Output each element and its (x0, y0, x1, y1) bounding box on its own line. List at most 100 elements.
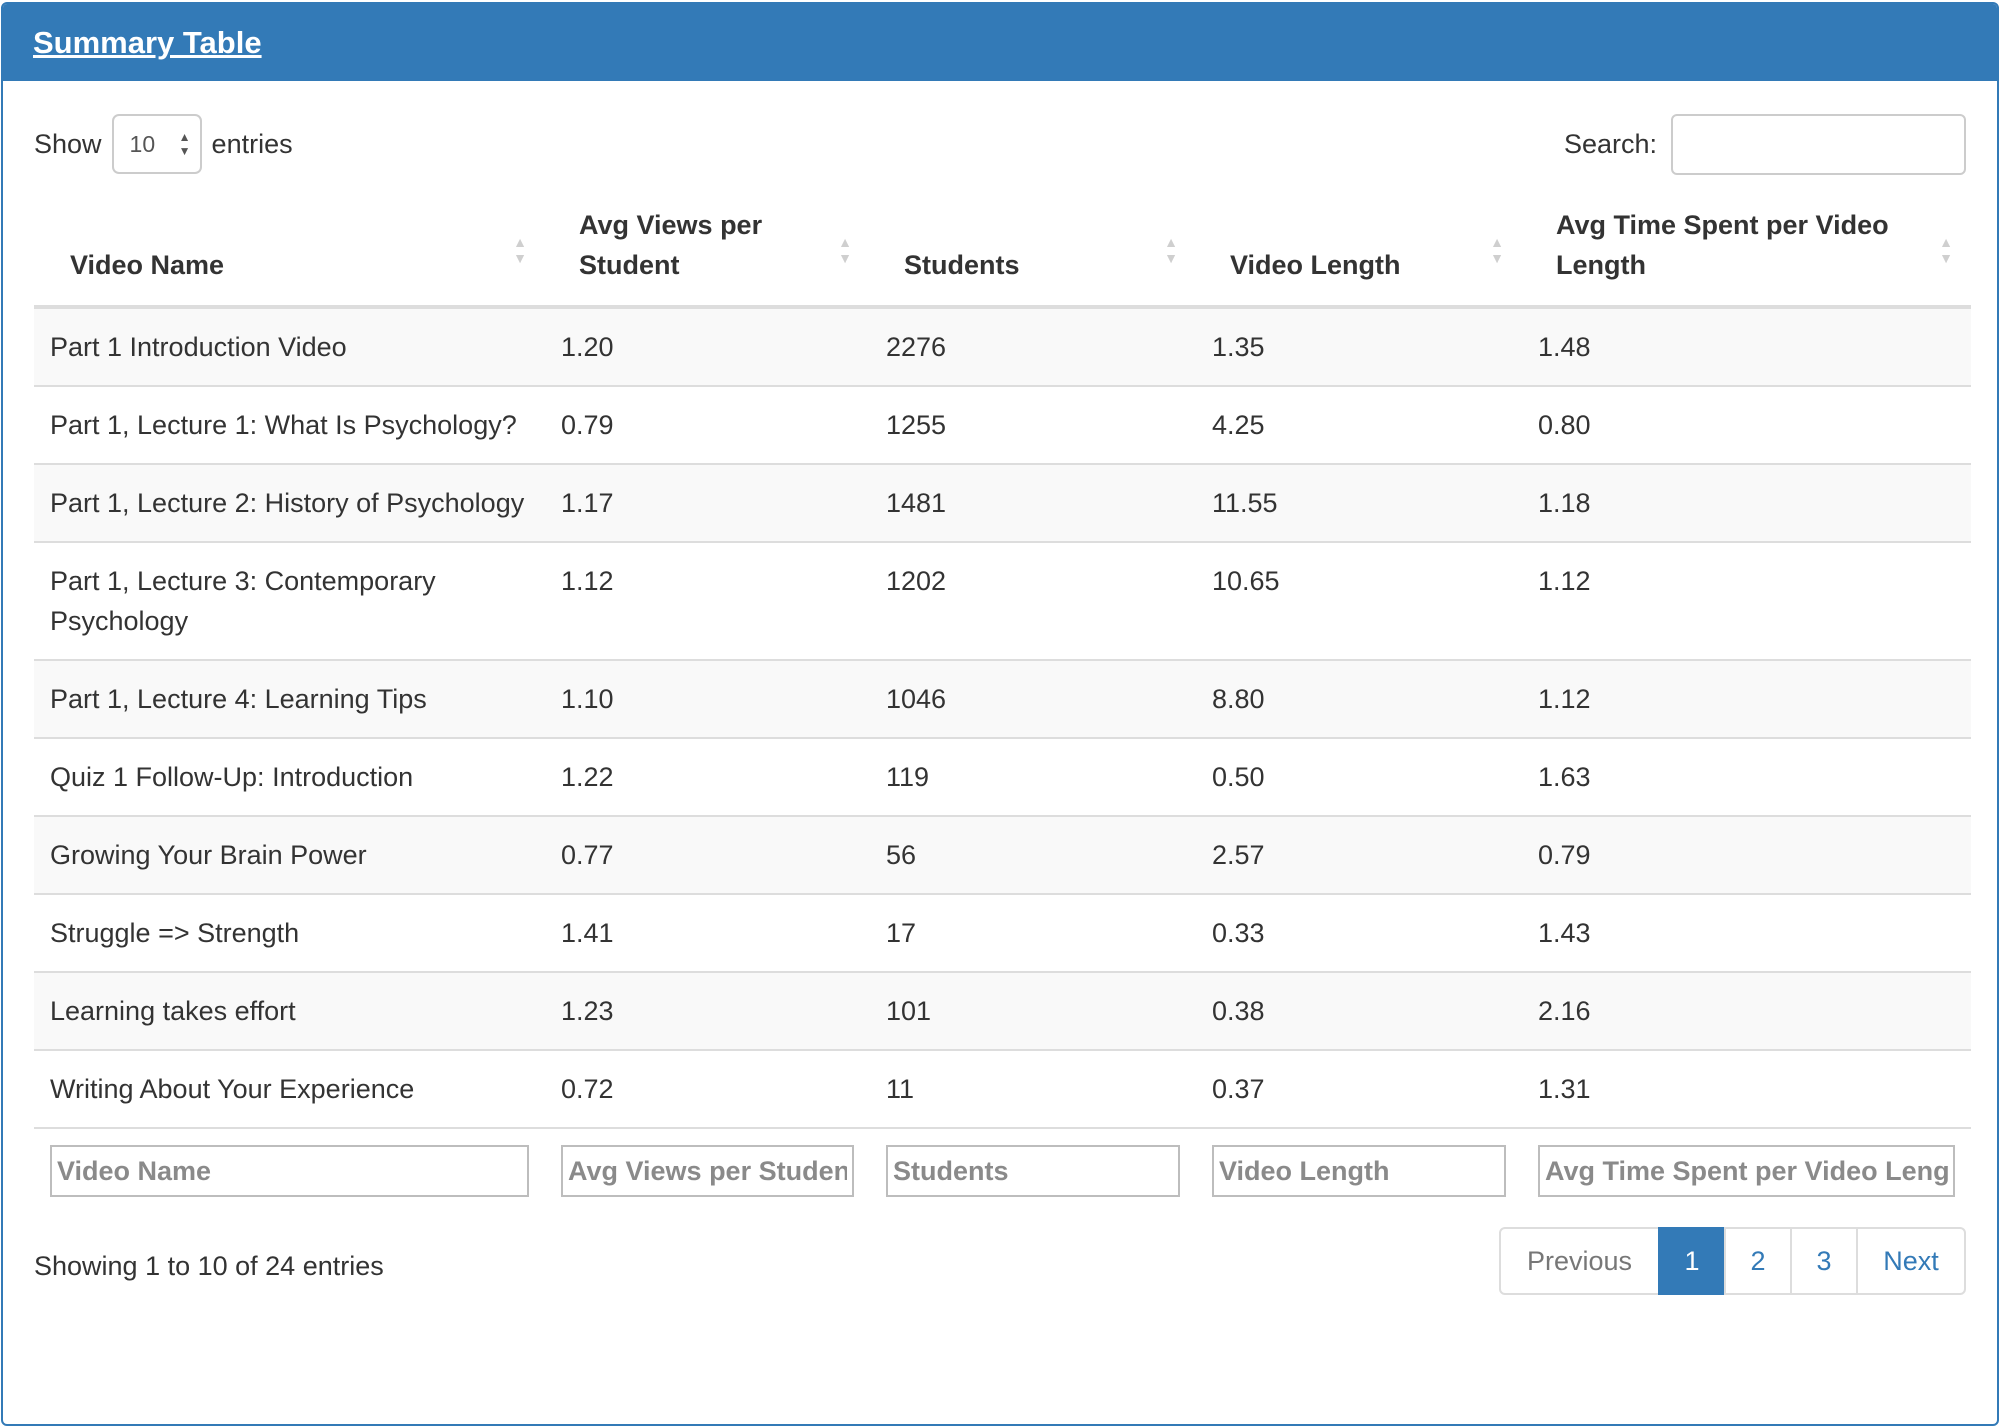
table-cell: 4.25 (1196, 385, 1522, 464)
table-row: Learning takes effort 1.23 101 0.38 2.16 (34, 971, 1971, 1050)
table-cell: 1.10 (545, 659, 870, 738)
search-input[interactable] (1671, 114, 1966, 175)
table-cell: 1.48 (1522, 306, 1971, 386)
table-cell: 1.20 (545, 306, 870, 386)
table-row: Growing Your Brain Power 0.77 56 2.57 0.79 (34, 815, 1971, 894)
table-cell: 1.12 (1522, 541, 1971, 660)
sort-icon[interactable]: ▲ ▼ (1164, 234, 1178, 266)
filter-cell (1522, 1127, 1971, 1217)
table-cell: 56 (870, 815, 1196, 894)
table-row: Part 1, Lecture 3: Contemporary Psycholo… (34, 541, 1971, 660)
column-header[interactable]: Students ▲ ▼ (870, 203, 1196, 309)
table-row: Part 1, Lecture 4: Learning Tips 1.10 1046… (34, 659, 1971, 738)
search-control: Search: (1564, 114, 1966, 175)
column-header-label: Video Name (70, 250, 225, 280)
table-cell: 101 (870, 971, 1196, 1050)
page-2-button[interactable]: 2 (1724, 1227, 1792, 1295)
panel-body: Show 10 ▲ ▼ entries Search: Video Name ▲ ▼ A… (3, 81, 1997, 1337)
column-filter-input[interactable] (561, 1145, 854, 1197)
column-header[interactable]: Avg Time Spent per Video Length ▲ ▼ (1522, 203, 1971, 309)
column-header-label: Students (904, 250, 1020, 280)
sort-icon[interactable]: ▲ ▼ (1939, 234, 1953, 266)
select-arrows-icon: ▲ ▼ (178, 130, 191, 158)
table-cell: Part 1, Lecture 4: Learning Tips (34, 659, 545, 738)
entries-label: entries (211, 128, 293, 159)
table-cell: 0.50 (1196, 737, 1522, 816)
panel-heading: Summary Table (3, 4, 1997, 81)
search-label: Search: (1563, 129, 1657, 159)
column-filter-input[interactable] (50, 1145, 529, 1197)
table-row: Quiz 1 Follow-Up: Introduction 1.22 119 0.5… (34, 737, 1971, 816)
table-cell: 0.77 (545, 815, 870, 894)
table-cell: Growing Your Brain Power (34, 815, 545, 894)
table-cell: 1.17 (545, 463, 870, 542)
table-cell: 1202 (870, 541, 1196, 660)
table-header-row: Video Name ▲ ▼ Avg Views per Student ▲ ▼ Stude… (34, 203, 1971, 309)
table-cell: 1.23 (545, 971, 870, 1050)
table-cell: 17 (870, 893, 1196, 972)
table-cell: 1.12 (1522, 659, 1971, 738)
table-cell: 1255 (870, 385, 1196, 464)
table-cell: 11 (870, 1049, 1196, 1128)
table-row: Part 1 Introduction Video 1.20 2276 1.35 1.4… (34, 306, 1971, 386)
filter-cell (1196, 1127, 1522, 1217)
table-row: Writing About Your Experience 0.72 11 0.37 1… (34, 1049, 1971, 1128)
filter-cell (34, 1127, 545, 1217)
table-cell: 11.55 (1196, 463, 1522, 542)
table-controls: Show 10 ▲ ▼ entries Search: (34, 81, 1966, 203)
table-cell: 8.80 (1196, 659, 1522, 738)
table-row: Part 1, Lecture 2: History of Psychology… (34, 463, 1971, 542)
table-cell: 2.16 (1522, 971, 1971, 1050)
next-page-button[interactable]: Next (1856, 1227, 1966, 1295)
table-cell: 2.57 (1196, 815, 1522, 894)
column-header[interactable]: Video Name ▲ ▼ (34, 203, 545, 309)
table-cell: 1.41 (545, 893, 870, 972)
table-cell: 0.79 (1522, 815, 1971, 894)
table-cell: 1.18 (1522, 463, 1971, 542)
show-label: Show (34, 128, 102, 159)
summary-panel: Summary Table Show 10 ▲ ▼ entries Search: (1, 2, 1999, 1426)
column-header[interactable]: Avg Views per Student ▲ ▼ (545, 203, 870, 309)
page-3-button[interactable]: 3 (1790, 1227, 1858, 1295)
sort-icon[interactable]: ▲ ▼ (1490, 234, 1504, 266)
table-cell: Learning takes effort (34, 971, 545, 1050)
column-filter-input[interactable] (1538, 1145, 1955, 1197)
page-1-button[interactable]: 1 (1658, 1227, 1726, 1295)
table-cell: Part 1, Lecture 1: What Is Psychology? (34, 385, 545, 464)
column-header[interactable]: Video Length ▲ ▼ (1196, 203, 1522, 309)
table-cell: 1481 (870, 463, 1196, 542)
filter-cell (545, 1127, 870, 1217)
column-filter-input[interactable] (886, 1145, 1180, 1197)
table-cell: 10.65 (1196, 541, 1522, 660)
table-info: Showing 1 to 10 of 24 entries (34, 1251, 384, 1281)
table-cell: 2276 (870, 306, 1196, 386)
entries-per-page-value: 10 (129, 130, 156, 157)
column-header-label: Avg Time Spent per Video Length (1556, 210, 1889, 280)
panel-title-link[interactable]: Summary Table (33, 25, 262, 61)
filter-cell (870, 1127, 1196, 1217)
sort-icon[interactable]: ▲ ▼ (513, 234, 527, 266)
column-header-label: Video Length (1230, 250, 1401, 280)
table-cell: 0.33 (1196, 893, 1522, 972)
entries-per-page-select[interactable]: 10 ▲ ▼ (111, 114, 202, 174)
sort-icon[interactable]: ▲ ▼ (838, 234, 852, 266)
table-row: Part 1, Lecture 1: What Is Psychology? 0.… (34, 385, 1971, 464)
table-cell: Part 1, Lecture 2: History of Psychology (34, 463, 545, 542)
table-cell: 1.43 (1522, 893, 1971, 972)
table-cell: Part 1 Introduction Video (34, 306, 545, 386)
column-header-label: Avg Views per Student (579, 210, 763, 280)
table-footer: Showing 1 to 10 of 24 entries Previous 1 2… (34, 1217, 1966, 1337)
table-cell: 0.37 (1196, 1049, 1522, 1128)
table-cell: 0.38 (1196, 971, 1522, 1050)
table-cell: 0.80 (1522, 385, 1971, 464)
table-row: Struggle => Strength 1.41 17 0.33 1.43 (34, 893, 1971, 972)
previous-page-button[interactable]: Previous (1499, 1227, 1660, 1295)
summary-table: Video Name ▲ ▼ Avg Views per Student ▲ ▼ Stude… (34, 203, 1971, 1217)
column-filter-row (34, 1127, 1971, 1217)
table-cell: Part 1, Lecture 3: Contemporary Psycholo… (34, 541, 545, 660)
column-filter-input[interactable] (1212, 1145, 1506, 1197)
table-cell: 119 (870, 737, 1196, 816)
table-cell: Writing About Your Experience (34, 1049, 545, 1128)
table-cell: 0.72 (545, 1049, 870, 1128)
table-cell: 1.63 (1522, 737, 1971, 816)
